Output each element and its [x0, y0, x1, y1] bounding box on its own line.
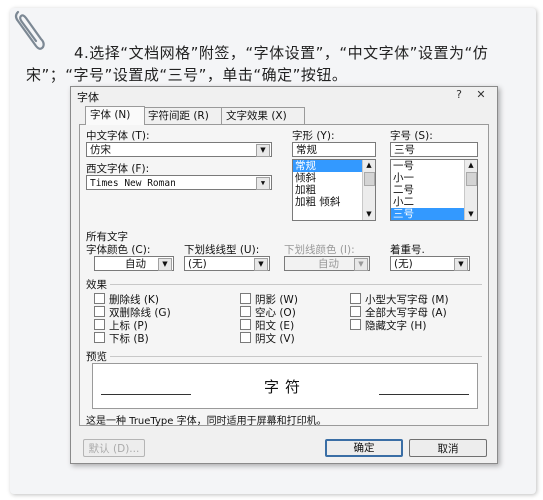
cancel-button[interactable]: 取消 [409, 439, 487, 457]
chevron-down-icon: ▼ [354, 258, 368, 271]
hidden-text-checkbox[interactable]: 隐藏文字 (H) [350, 319, 426, 332]
engrave-checkbox[interactable]: 阴文 (V) [240, 332, 295, 345]
preview-heading: 预览 [86, 351, 107, 363]
style-label: 字形 (Y): [292, 130, 335, 142]
strikethrough-checkbox[interactable]: 删除线 (K) [94, 293, 159, 306]
underline-type-value: (无) [188, 258, 207, 270]
ok-button[interactable]: 确定 [325, 439, 403, 457]
effects-divider [110, 284, 482, 285]
truetype-note: 这是一种 TrueType 字体，同时适用于屏幕和打印机。 [86, 416, 327, 427]
outline-checkbox[interactable]: 空心 (O) [240, 306, 296, 319]
dialog-title: 字体 [77, 91, 99, 104]
style-input[interactable]: 常规 [292, 142, 376, 157]
close-icon[interactable]: ✕ [471, 89, 491, 101]
small-caps-checkbox[interactable]: 小型大写字母 (M) [350, 293, 449, 306]
size-list[interactable]: 一号 小一 二号 小二 三号 ▲ ▼ [390, 159, 478, 221]
subscript-checkbox[interactable]: 下标 (B) [94, 332, 149, 345]
help-icon[interactable]: ? [449, 89, 469, 101]
tab-character-spacing[interactable]: 字符间距 (R) [143, 107, 223, 124]
preview-divider [110, 356, 482, 357]
effects-heading: 效果 [86, 279, 107, 291]
emphasis-select[interactable]: (无) ▼ [390, 256, 470, 271]
scroll-up-icon[interactable]: ▲ [363, 160, 375, 171]
emphasis-value: (无) [394, 258, 413, 270]
scroll-down-icon[interactable]: ▼ [363, 209, 375, 220]
font-tab-panel: 中文字体 (T): 仿宋 ▼ 西文字体 (F): Times New Roman… [79, 124, 489, 427]
all-caps-checkbox[interactable]: 全部大写字母 (A) [350, 306, 447, 319]
size-input[interactable]: 三号 [390, 142, 478, 157]
default-button[interactable]: 默认 (D)... [83, 439, 145, 457]
tab-font[interactable]: 字体 (N) [85, 106, 145, 125]
underline-color-select: 自动 ▼ [284, 256, 370, 271]
superscript-checkbox[interactable]: 上标 (P) [94, 319, 148, 332]
underline-color-value: 自动 [318, 258, 339, 270]
western-font-label: 西文字体 (F): [86, 163, 150, 175]
underline-color-label: 下划线颜色 (I): [284, 244, 355, 256]
emboss-checkbox[interactable]: 阳文 (E) [240, 319, 294, 332]
chinese-font-label: 中文字体 (T): [86, 130, 150, 142]
chevron-down-icon: ▼ [256, 144, 270, 157]
scroll-up-icon[interactable]: ▲ [465, 160, 477, 171]
western-font-value: Times New Roman [90, 178, 176, 189]
chinese-font-select[interactable]: 仿宋 ▼ [86, 142, 272, 157]
chevron-down-icon: ▼ [256, 177, 270, 190]
font-color-select[interactable]: 自动 ▼ [94, 256, 174, 271]
font-color-label: 字体颜色 (C): [86, 244, 151, 256]
dialog-titlebar: 字体 ? ✕ [71, 87, 497, 105]
scroll-down-icon[interactable]: ▼ [465, 209, 477, 220]
instruction-text: 4.选择“文档网格”附签，“字体设置”，“中文字体”设置为“仿宋”；“字号”设置… [26, 44, 489, 84]
shadow-checkbox[interactable]: 阴影 (W) [240, 293, 298, 306]
preview-box: 字符 [92, 363, 478, 409]
double-strikethrough-checkbox[interactable]: 双删除线 (G) [94, 306, 171, 319]
emphasis-label: 着重号. [390, 244, 425, 256]
underline-type-select[interactable]: (无) ▼ [184, 256, 270, 271]
chevron-down-icon: ▼ [454, 258, 468, 271]
chevron-down-icon: ▼ [158, 258, 172, 271]
size-scrollbar[interactable]: ▲ ▼ [464, 160, 477, 220]
font-color-value: 自动 [125, 258, 146, 270]
scroll-thumb[interactable] [466, 172, 477, 186]
scroll-thumb[interactable] [364, 172, 375, 186]
style-list[interactable]: 常规 倾斜 加粗 加粗 倾斜 ▲ ▼ [292, 159, 376, 221]
western-font-select[interactable]: Times New Roman ▼ [86, 175, 272, 190]
size-label: 字号 (S): [390, 130, 433, 142]
font-dialog: 字体 ? ✕ 字体 (N) 字符间距 (R) 文字效果 (X) 中文字体 (T)… [70, 86, 498, 464]
chinese-font-value: 仿宋 [90, 144, 111, 156]
chevron-down-icon: ▼ [254, 258, 268, 271]
tab-text-effects[interactable]: 文字效果 (X) [221, 107, 305, 124]
document-page: 4.选择“文档网格”附签，“字体设置”，“中文字体”设置为“仿宋”；“字号”设置… [10, 8, 536, 494]
preview-baseline-right [379, 394, 469, 395]
underline-type-label: 下划线线型 (U): [184, 244, 260, 256]
style-scrollbar[interactable]: ▲ ▼ [362, 160, 375, 220]
